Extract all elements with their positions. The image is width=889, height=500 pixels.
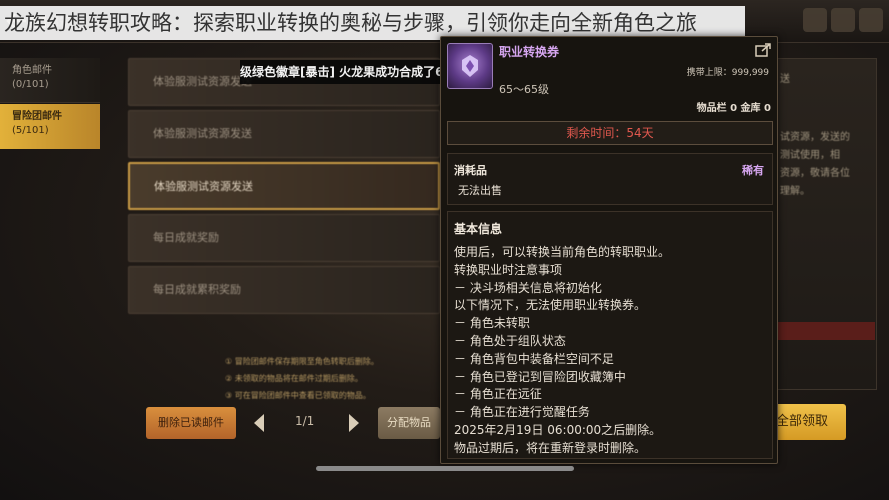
item-type: 消耗品 <box>454 164 487 177</box>
desc-line: － 角色背包中装备栏空间不足 <box>454 351 614 366</box>
desc-line: － 决斗场相关信息将初始化 <box>454 280 602 295</box>
chevron-left-icon[interactable] <box>250 412 268 434</box>
desc-line: 2025年2月19日 06:00:00之后删除。 <box>454 422 662 437</box>
desc-line: 转换职业时注意事项 <box>454 262 563 277</box>
bag-icon[interactable] <box>831 8 855 32</box>
notice-line: ② 未领取的物品将在邮件过期后删除。 <box>225 374 363 383</box>
tab-label: 角色邮件 <box>12 65 52 76</box>
item-icon <box>447 43 493 89</box>
detail-text: 理解。 <box>780 186 810 197</box>
tab-adventure-mail[interactable]: 冒险团邮件 (5/101) <box>0 104 100 149</box>
tab-character-mail[interactable]: 角色邮件 (0/101) <box>0 58 100 103</box>
desc-line: － 角色正在远征 <box>454 387 542 402</box>
carry-limit: 携带上限：999,999 <box>686 68 769 78</box>
tab-count: (0/101) <box>12 79 49 90</box>
mail-item[interactable]: 每日成就奖励 <box>128 214 440 262</box>
desc-line: － 角色处于组队状态 <box>454 333 566 348</box>
item-type-section: 消耗品 稀有 无法出售 <box>447 153 773 205</box>
mail-item[interactable]: 每日成就累积奖励 <box>128 266 440 314</box>
mail-detail-pane <box>777 58 877 390</box>
detail-text: 测试使用，相 <box>780 150 840 161</box>
notice-line: ③ 可在冒险团邮件中查看已领取的物品。 <box>225 391 371 400</box>
article-headline: 龙族幻想转职攻略：探索职业转换的奥秘与步骤，引领你走向全新角色之旅 <box>0 6 745 40</box>
desc-line: 物品过期后，将在重新登录时删除。 <box>454 440 647 455</box>
link-icon[interactable] <box>755 42 771 57</box>
item-name: 职业转换券 <box>499 45 560 59</box>
detail-text: 送 <box>780 74 790 85</box>
trade-restriction: 无法出售 <box>458 184 502 197</box>
item-description: 使用后，可以转换当前角色的转职职业。 转换职业时注意事项 － 决斗场相关信息将初… <box>454 244 770 458</box>
basic-info-title: 基本信息 <box>454 222 503 236</box>
desc-line: － 角色正在进行觉醒任务 <box>454 405 590 420</box>
remaining-time: 剩余时间：54天 <box>447 121 773 145</box>
menu-icon[interactable] <box>859 8 883 32</box>
notice-line: ① 冒险团邮件保存期限至角色转职后删除。 <box>225 357 379 366</box>
desc-line: 以下情况下，无法使用职业转换券。 <box>454 298 647 313</box>
item-rarity: 稀有 <box>742 164 764 177</box>
reward-strip <box>777 322 875 340</box>
split-items-button[interactable]: 分配物品 <box>378 407 440 439</box>
shop-icon[interactable] <box>803 8 827 32</box>
basic-info-section: 基本信息 使用后，可以转换当前角色的转职职业。 转换职业时注意事项 － 决斗场相… <box>447 211 773 459</box>
item-tooltip: 职业转换券 携带上限：999,999 65～65级 物品栏 0 金库 0 剩余时… <box>440 36 778 464</box>
scrollbar[interactable] <box>316 466 574 471</box>
mail-item[interactable]: 体验服测试资源发送 <box>128 110 440 158</box>
desc-line: 使用后，可以转换当前角色的转职职业。 <box>454 245 671 259</box>
desc-line: － 角色未转职 <box>454 316 530 331</box>
detail-text: 试资源，发送的 <box>780 132 850 143</box>
detail-text: 资源，敬请各位 <box>780 168 850 179</box>
desc-line: － 角色已登记到冒险团收藏簿中 <box>454 369 626 384</box>
tab-label: 冒险团邮件 <box>12 111 62 122</box>
bag-bank-count: 物品栏 0 金库 0 <box>696 103 771 114</box>
chevron-right-icon[interactable] <box>345 412 363 434</box>
delete-read-button[interactable]: 删除已读邮件 <box>146 407 236 439</box>
item-level-range: 65～65级 <box>499 83 549 96</box>
tab-count: (5/101) <box>12 125 49 136</box>
page-indicator: 1/1 <box>295 414 315 428</box>
mail-item-selected[interactable]: 体验服测试资源发送 <box>128 162 440 210</box>
top-right-icons <box>803 8 883 32</box>
